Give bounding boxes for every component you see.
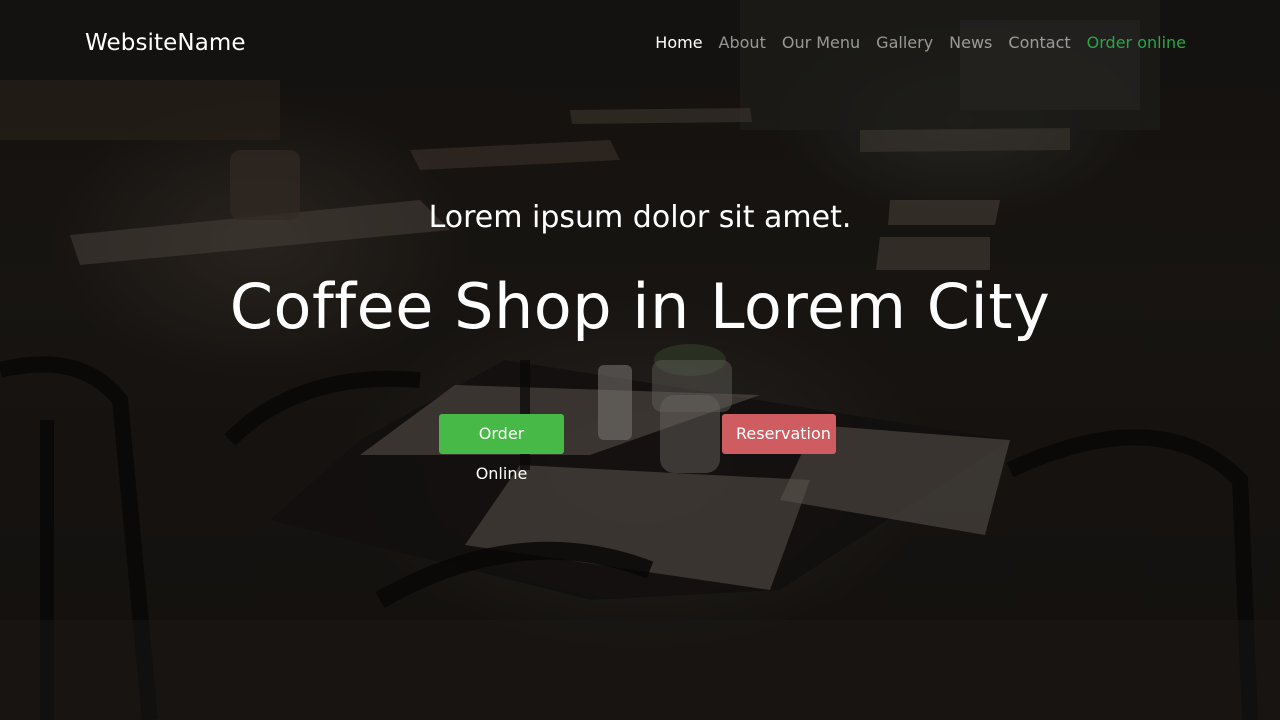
hero-headline: Coffee Shop in Lorem City <box>229 270 1051 343</box>
top-navbar: WebsiteName Home About Our Menu Gallery … <box>0 0 1280 86</box>
nav-link-our-menu[interactable]: Our Menu <box>774 32 868 54</box>
nav-link-news[interactable]: News <box>941 32 1000 54</box>
hero-dark-overlay <box>0 0 1280 720</box>
nav-menu: Home About Our Menu Gallery News Contact… <box>647 32 1186 54</box>
nav-link-contact[interactable]: Contact <box>1000 32 1078 54</box>
reservation-button[interactable]: Reservation <box>722 414 836 454</box>
order-online-button[interactable]: Order Online <box>439 414 564 483</box>
nav-link-gallery[interactable]: Gallery <box>868 32 941 54</box>
hero-tagline: Lorem ipsum dolor sit amet. <box>428 200 852 235</box>
nav-link-order-online[interactable]: Order online <box>1079 32 1186 54</box>
nav-link-about[interactable]: About <box>711 32 774 54</box>
brand-logo-link[interactable]: WebsiteName <box>85 30 246 56</box>
nav-link-home[interactable]: Home <box>647 32 710 54</box>
